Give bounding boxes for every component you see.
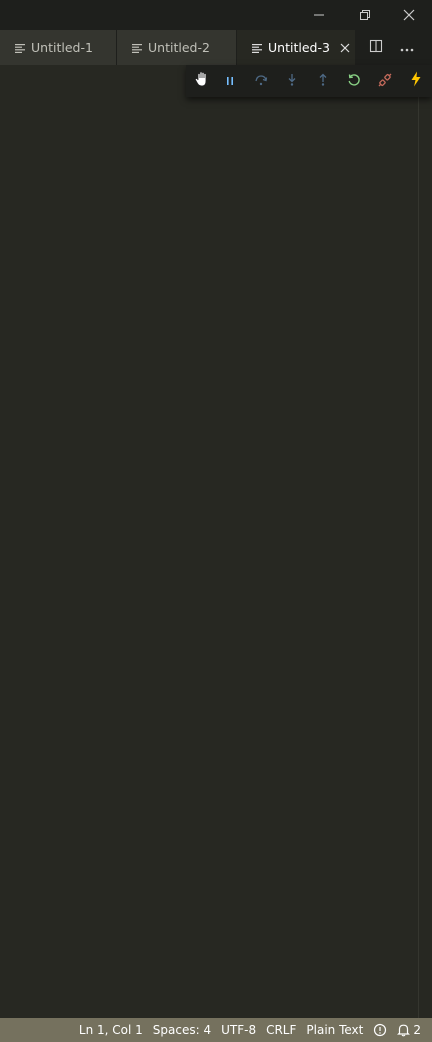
tab-untitled-1[interactable]: Untitled-1 <box>0 30 117 65</box>
disconnect-button[interactable] <box>370 65 401 97</box>
tab-bar: Untitled-1 Untitled-2 Untitled-3 <box>0 30 432 65</box>
text-file-icon <box>129 40 145 56</box>
step-out-button[interactable] <box>308 65 339 97</box>
status-bar: Ln 1, Col 1 Spaces: 4 UTF-8 CRLF Plain T… <box>0 1018 432 1042</box>
tab-untitled-2[interactable]: Untitled-2 <box>117 30 237 65</box>
step-into-button[interactable] <box>276 65 307 97</box>
tab-close-icon[interactable] <box>337 40 353 56</box>
tab-label: Untitled-1 <box>31 40 93 55</box>
tab-untitled-3[interactable]: Untitled-3 <box>237 30 356 65</box>
step-into-icon <box>285 72 299 91</box>
close-icon <box>403 9 415 21</box>
eol-setting[interactable]: CRLF <box>261 1018 301 1042</box>
indentation-setting[interactable]: Spaces: 4 <box>148 1018 216 1042</box>
restart-button[interactable] <box>339 65 370 97</box>
pause-button[interactable] <box>214 65 245 97</box>
pause-icon <box>224 72 236 91</box>
feedback-icon <box>373 1023 387 1037</box>
restore-button[interactable] <box>342 0 388 30</box>
more-actions-icon <box>399 38 415 57</box>
drag-grip-icon <box>194 70 210 92</box>
split-editor-button[interactable] <box>362 30 390 65</box>
bell-icon <box>397 1023 411 1037</box>
drag-grip-handle[interactable] <box>189 65 214 97</box>
restart-icon <box>347 72 361 91</box>
tab-label: Untitled-3 <box>268 40 330 55</box>
encoding-setting[interactable]: UTF-8 <box>216 1018 261 1042</box>
step-over-icon <box>254 72 268 91</box>
text-file-icon <box>12 40 28 56</box>
disconnect-icon <box>378 72 392 91</box>
vscode-window: Untitled-1 Untitled-2 Untitled-3 Ln 1, C… <box>0 0 432 1042</box>
hot-reload-icon <box>410 71 422 91</box>
step-over-button[interactable] <box>245 65 276 97</box>
title-bar <box>0 0 432 30</box>
minimize-icon <box>313 9 325 21</box>
cursor-position[interactable]: Ln 1, Col 1 <box>74 1018 148 1042</box>
split-editor-icon <box>369 38 383 57</box>
debug-toolbar <box>186 65 432 97</box>
hot-reload-button[interactable] <box>401 65 432 97</box>
close-window-button[interactable] <box>386 0 432 30</box>
minimize-button[interactable] <box>296 0 342 30</box>
tab-label: Untitled-2 <box>148 40 210 55</box>
vertical-ruler <box>418 65 419 1018</box>
text-file-icon <box>249 40 265 56</box>
language-mode[interactable]: Plain Text <box>301 1018 368 1042</box>
more-actions-button[interactable] <box>393 30 421 65</box>
editor-area[interactable] <box>0 65 432 1018</box>
step-out-icon <box>316 72 330 91</box>
notifications-count: 2 <box>413 1023 421 1037</box>
feedback-button[interactable] <box>368 1018 392 1042</box>
notifications-button[interactable]: 2 <box>392 1018 426 1042</box>
restore-icon <box>359 9 371 21</box>
